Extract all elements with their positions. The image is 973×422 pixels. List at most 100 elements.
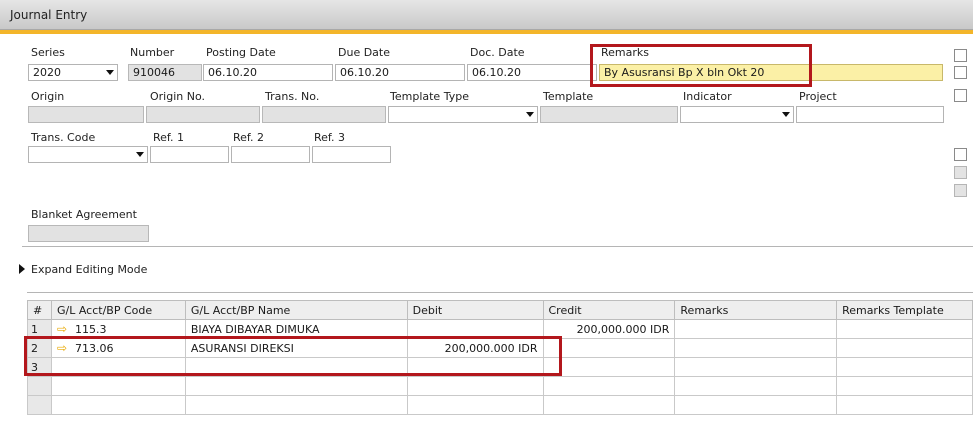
checkbox[interactable] — [954, 66, 967, 79]
table-row[interactable]: 3 — [27, 357, 973, 377]
credit-cell[interactable] — [542, 395, 676, 415]
row-number: 3 — [27, 357, 52, 377]
template-field — [540, 106, 678, 123]
remarks-cell[interactable] — [674, 319, 838, 339]
debit-cell[interactable] — [406, 357, 544, 377]
indicator-select[interactable] — [680, 106, 794, 123]
origin-no-label: Origin No. — [150, 90, 206, 103]
column-header-remarks[interactable]: Remarks — [674, 300, 838, 320]
indicator-label: Indicator — [683, 90, 732, 103]
debit-cell[interactable]: 200,000.000 IDR — [406, 338, 544, 358]
dropdown-arrow-icon[interactable] — [136, 152, 144, 157]
number-label: Number — [130, 46, 175, 59]
remarks-cell[interactable] — [674, 357, 838, 377]
gl-name-cell[interactable]: ASURANSI DIREKSI — [184, 338, 408, 358]
gl-code-cell[interactable] — [50, 395, 186, 415]
column-header-remarks-template[interactable]: Remarks Template — [836, 300, 973, 320]
project-label: Project — [799, 90, 837, 103]
series-label: Series — [31, 46, 65, 59]
origin-label: Origin — [31, 90, 65, 103]
ref3-label: Ref. 3 — [314, 131, 345, 144]
checkbox[interactable] — [954, 148, 967, 161]
trans-no-field — [262, 106, 386, 123]
grid-divider — [27, 292, 973, 293]
remarks-template-cell[interactable] — [836, 376, 973, 396]
ref3-field[interactable] — [312, 146, 391, 163]
column-header-debit[interactable]: Debit — [406, 300, 544, 320]
column-header-num[interactable]: # — [27, 300, 52, 320]
link-arrow-icon[interactable]: ⇨ — [57, 322, 71, 336]
series-select[interactable]: 2020 — [28, 64, 118, 81]
table-row[interactable]: 1 ⇨ 115.3 BIAYA DIBAYAR DIMUKA 200,000.00… — [27, 319, 973, 339]
table-row[interactable]: 2 ⇨ 713.06 ASURANSI DIREKSI 200,000.000 I… — [27, 338, 973, 358]
gl-name-cell[interactable]: BIAYA DIBAYAR DIMUKA — [184, 319, 408, 339]
remarks-cell[interactable] — [674, 395, 838, 415]
origin-field — [28, 106, 144, 123]
row-number — [27, 395, 52, 415]
column-header-code[interactable]: G/L Acct/BP Code — [50, 300, 186, 320]
checkbox — [954, 184, 967, 197]
expand-editing-mode-link[interactable]: Expand Editing Mode — [31, 263, 147, 276]
template-label: Template — [543, 90, 594, 103]
posting-date-field[interactable]: 06.10.20 — [203, 64, 333, 81]
journal-lines-table: # G/L Acct/BP Code G/L Acct/BP Name Debi… — [27, 300, 973, 415]
ref1-label: Ref. 1 — [153, 131, 184, 144]
checkbox[interactable] — [954, 89, 967, 102]
remarks-template-cell[interactable] — [836, 319, 973, 339]
dropdown-arrow-icon[interactable] — [106, 70, 114, 75]
blanket-agreement-label: Blanket Agreement — [31, 208, 137, 221]
ref2-field[interactable] — [231, 146, 310, 163]
blanket-agreement-field — [28, 225, 149, 242]
gl-code-cell[interactable]: ⇨ 713.06 — [50, 338, 186, 358]
credit-cell[interactable]: 200,000.000 IDR — [542, 319, 676, 339]
section-divider — [22, 246, 973, 247]
doc-date-label: Doc. Date — [470, 46, 525, 59]
gl-code-cell[interactable] — [50, 357, 186, 377]
ref1-field[interactable] — [150, 146, 229, 163]
checkbox[interactable] — [954, 49, 967, 62]
table-header-row: # G/L Acct/BP Code G/L Acct/BP Name Debi… — [27, 300, 973, 320]
dropdown-arrow-icon[interactable] — [526, 112, 534, 117]
link-arrow-icon[interactable]: ⇨ — [57, 341, 71, 355]
table-row[interactable] — [27, 376, 973, 396]
origin-no-field — [146, 106, 260, 123]
remarks-template-cell[interactable] — [836, 395, 973, 415]
expand-triangle-icon[interactable] — [19, 264, 25, 274]
row-number: 1 — [27, 319, 52, 339]
posting-date-label: Posting Date — [206, 46, 276, 59]
gl-code-cell[interactable] — [50, 376, 186, 396]
gl-name-cell[interactable] — [184, 376, 408, 396]
remarks-template-cell[interactable] — [836, 357, 973, 377]
table-row[interactable] — [27, 395, 973, 415]
remarks-label: Remarks — [601, 46, 649, 59]
gl-name-cell[interactable] — [184, 395, 408, 415]
credit-cell[interactable] — [542, 357, 676, 377]
ref2-label: Ref. 2 — [233, 131, 264, 144]
debit-cell[interactable] — [406, 319, 544, 339]
gl-code-value: 115.3 — [74, 323, 107, 336]
credit-cell[interactable] — [542, 338, 676, 358]
credit-cell[interactable] — [542, 376, 676, 396]
template-type-select[interactable] — [388, 106, 538, 123]
gl-name-cell[interactable] — [184, 357, 408, 377]
debit-cell[interactable] — [406, 376, 544, 396]
remarks-cell[interactable] — [674, 338, 838, 358]
window-titlebar: Journal Entry — [0, 0, 973, 30]
remarks-template-cell[interactable] — [836, 338, 973, 358]
trans-no-label: Trans. No. — [265, 90, 320, 103]
remarks-field[interactable]: By Asusransi Bp X bln Okt 20 — [599, 64, 943, 81]
dropdown-arrow-icon[interactable] — [782, 112, 790, 117]
window-title: Journal Entry — [10, 8, 88, 22]
trans-code-select[interactable] — [28, 146, 148, 163]
template-type-label: Template Type — [390, 90, 469, 103]
debit-cell[interactable] — [406, 395, 544, 415]
project-field[interactable] — [796, 106, 944, 123]
doc-date-field[interactable]: 06.10.20 — [467, 64, 597, 81]
column-header-name[interactable]: G/L Acct/BP Name — [184, 300, 408, 320]
column-header-credit[interactable]: Credit — [542, 300, 676, 320]
remarks-cell[interactable] — [674, 376, 838, 396]
due-date-field[interactable]: 06.10.20 — [335, 64, 465, 81]
row-number: 2 — [27, 338, 52, 358]
checkbox — [954, 166, 967, 179]
gl-code-cell[interactable]: ⇨ 115.3 — [50, 319, 186, 339]
